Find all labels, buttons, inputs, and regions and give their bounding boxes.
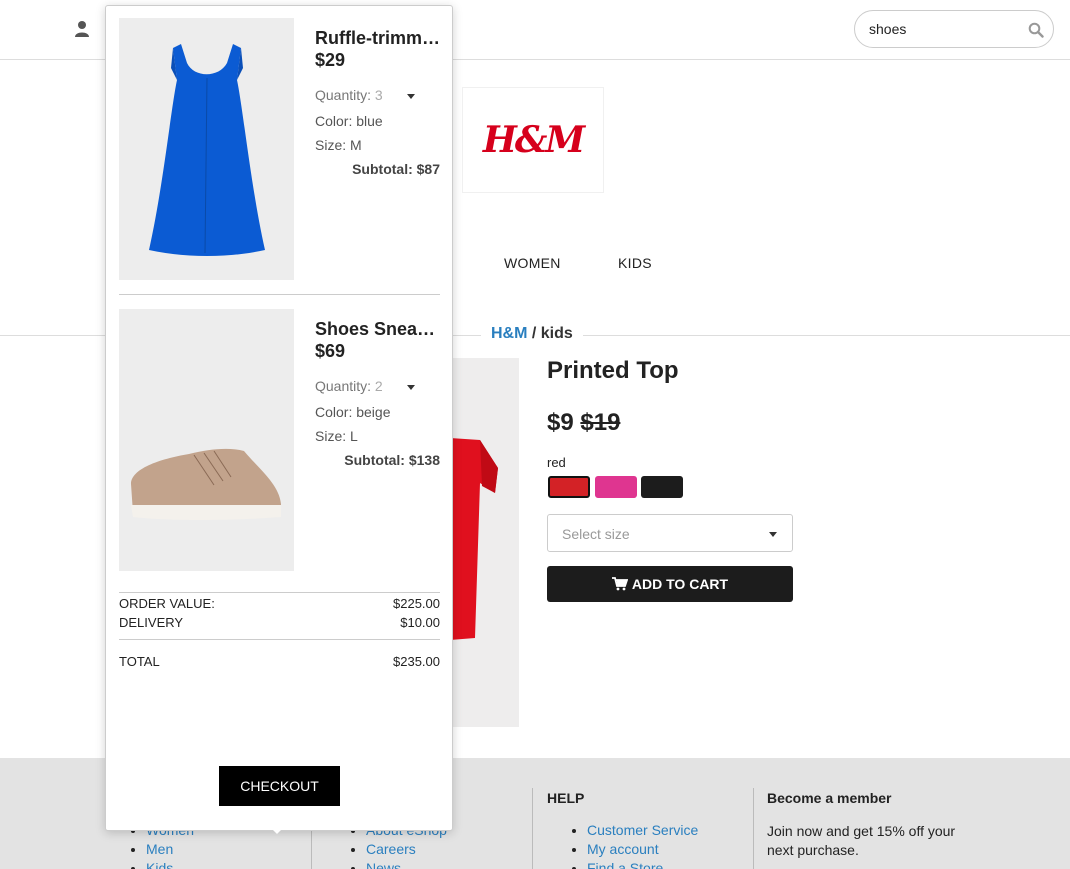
color-swatch-pink[interactable] xyxy=(595,476,637,498)
size-select[interactable]: Select size xyxy=(547,514,793,552)
total-label: TOTAL xyxy=(119,654,160,669)
cart-item-size: Size: M xyxy=(315,137,362,153)
cart-item-name[interactable]: Ruffle-trimmed Dress xyxy=(315,28,441,49)
summary-divider xyxy=(119,592,440,593)
nav-item-women[interactable]: WOMEN xyxy=(504,255,561,271)
quantity-label: Quantity: xyxy=(315,87,372,103)
cart-dropdown-pointer xyxy=(270,827,284,834)
chevron-down-icon xyxy=(769,532,777,537)
delivery-amount: $10.00 xyxy=(400,615,440,630)
order-value-label: ORDER VALUE: xyxy=(119,596,215,611)
delivery-row: DELIVERY $10.00 xyxy=(119,615,440,630)
footer-divider xyxy=(532,788,533,869)
cart-item-image[interactable] xyxy=(119,309,294,571)
breadcrumb-root-link[interactable]: H&M xyxy=(491,325,527,342)
logo-text: H&M xyxy=(482,119,585,161)
delivery-label: DELIVERY xyxy=(119,615,184,630)
footer-links-help: Customer Service My account Find a Store xyxy=(569,821,698,869)
footer-link-item: Careers xyxy=(366,840,447,859)
cart-item-quantity-select[interactable]: Quantity: 3 xyxy=(315,87,425,103)
chevron-down-icon xyxy=(407,385,415,390)
sale-price: $9 xyxy=(547,409,574,436)
size-select-placeholder: Select size xyxy=(562,526,630,542)
cart-item-price: $69 xyxy=(315,341,346,361)
footer-link-men[interactable]: Men xyxy=(146,841,173,857)
footer-link-my-account[interactable]: My account xyxy=(587,841,659,857)
original-price: $19 xyxy=(580,409,621,436)
footer-link-careers[interactable]: Careers xyxy=(366,841,416,857)
cart-dropdown: Ruffle-trimmed Dress $29 Quantity: 3 Col… xyxy=(105,5,453,831)
chevron-down-icon xyxy=(407,94,415,99)
cart-item-divider xyxy=(119,294,440,295)
total-row: TOTAL $235.00 xyxy=(119,654,440,669)
selected-color-label: red xyxy=(547,455,566,470)
cart-item-color: Color: blue xyxy=(315,113,383,129)
cart-item-subtotal: Subtotal: $87 xyxy=(352,161,440,177)
footer-divider xyxy=(753,788,754,869)
add-to-cart-button[interactable]: ADD TO CART xyxy=(547,566,793,602)
cart-item-color: Color: beige xyxy=(315,404,391,420)
cart-item-image[interactable] xyxy=(119,18,294,280)
brand-logo[interactable]: H&M xyxy=(463,88,603,192)
cart-item: Shoes Sneakers $69 Quantity: 2 Color: be… xyxy=(119,309,441,571)
breadcrumb-current: kids xyxy=(540,325,573,342)
order-value-amount: $225.00 xyxy=(393,596,440,611)
cart-item-quantity-select[interactable]: Quantity: 2 xyxy=(315,378,425,394)
add-to-cart-label: ADD TO CART xyxy=(631,576,729,592)
cart-item: Ruffle-trimmed Dress $29 Quantity: 3 Col… xyxy=(119,18,441,280)
footer-link-item: My account xyxy=(587,840,698,859)
nav-item-kids[interactable]: KIDS xyxy=(618,255,652,271)
quantity-value: 3 xyxy=(374,87,383,103)
footer-help-heading: HELP xyxy=(547,790,585,806)
order-value-row: ORDER VALUE: $225.00 xyxy=(119,596,440,611)
color-swatch-black[interactable] xyxy=(641,476,683,498)
total-divider xyxy=(119,639,440,640)
search-icon[interactable] xyxy=(1028,22,1044,38)
footer-link-item: Find a Store xyxy=(587,859,698,869)
cart-item-name[interactable]: Shoes Sneakers xyxy=(315,319,441,340)
breadcrumb-separator: / xyxy=(527,325,541,342)
product-title: Printed Top xyxy=(547,357,679,384)
quantity-value: 2 xyxy=(374,378,383,394)
breadcrumb: H&M / kids xyxy=(481,325,583,343)
footer-link-item: Kids xyxy=(146,859,194,869)
footer-link-item: Men xyxy=(146,840,194,859)
product-price: $9 $19 xyxy=(547,409,620,437)
footer-link-news[interactable]: News xyxy=(366,860,401,869)
cart-item-size: Size: L xyxy=(315,428,358,444)
cart-item-subtotal: Subtotal: $138 xyxy=(344,452,440,468)
footer-member-heading: Become a member xyxy=(767,790,892,806)
quantity-label: Quantity: xyxy=(315,378,372,394)
footer-link-find-store[interactable]: Find a Store xyxy=(587,860,663,869)
cart-item-price: $29 xyxy=(315,50,346,70)
search-box xyxy=(854,10,1054,48)
cart-icon xyxy=(611,577,628,591)
checkout-button[interactable]: CHECKOUT xyxy=(219,766,340,806)
footer-member-text: Join now and get 15% off your next purch… xyxy=(767,823,956,858)
footer-link-customer-service[interactable]: Customer Service xyxy=(587,822,698,838)
color-swatch-red[interactable] xyxy=(548,476,590,498)
user-icon[interactable] xyxy=(74,20,90,38)
footer-link-item: News xyxy=(366,859,447,869)
search-input[interactable] xyxy=(869,19,1019,39)
total-amount: $235.00 xyxy=(393,654,440,669)
footer-link-item: Customer Service xyxy=(587,821,698,840)
footer-link-kids[interactable]: Kids xyxy=(146,860,173,869)
